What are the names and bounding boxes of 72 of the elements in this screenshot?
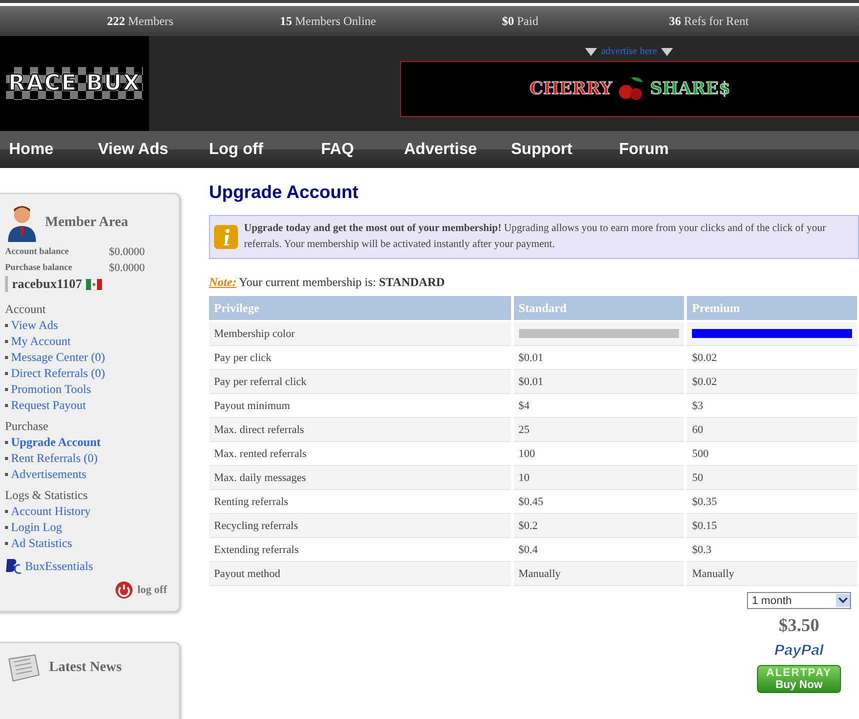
table-cell: Membership color bbox=[209, 322, 511, 346]
newspaper-icon bbox=[7, 653, 41, 683]
sidebar-link[interactable]: Login Log bbox=[11, 519, 62, 535]
logoff-link[interactable]: log off bbox=[137, 584, 167, 596]
user-avatar-icon bbox=[7, 204, 37, 242]
stat-text: 222 Members bbox=[107, 14, 174, 28]
advertise-link[interactable]: advertise here bbox=[601, 46, 657, 57]
partner-link[interactable]: BuxEssentials bbox=[25, 558, 93, 574]
section-heading: Logs & Statistics bbox=[5, 488, 89, 503]
username: racebux1107 bbox=[12, 276, 82, 292]
sidebar-link[interactable]: Direct Referrals (0) bbox=[11, 365, 105, 381]
sidebar-link[interactable]: Advertisements bbox=[11, 466, 86, 482]
table-cell: $0.15 bbox=[687, 514, 857, 538]
sidebar-link[interactable]: Message Center (0) bbox=[11, 349, 105, 365]
table-cell: Payout method bbox=[209, 562, 511, 586]
table-cell: $0.01 bbox=[514, 370, 684, 394]
sidebar-link[interactable]: View Ads bbox=[11, 317, 58, 333]
sidebar-link[interactable]: My Account bbox=[11, 333, 71, 349]
note-text: Note: Your current membership is: STANDARD bbox=[209, 275, 445, 289]
balance-label: Account balance bbox=[5, 246, 70, 258]
section-heading: Account bbox=[5, 302, 47, 317]
balance-value: $0.0000 bbox=[109, 246, 145, 258]
page-title: Upgrade Account bbox=[209, 182, 360, 203]
period-select[interactable]: 1 month bbox=[747, 592, 851, 609]
table-cell: 50 bbox=[687, 466, 857, 490]
table-cell: 25 bbox=[514, 418, 684, 442]
sidebar-link[interactable]: Upgrade Account bbox=[11, 434, 101, 450]
paypal-button[interactable]: PayPal bbox=[774, 642, 824, 659]
flag-icon bbox=[86, 278, 102, 290]
sidebar-link[interactable]: Request Payout bbox=[11, 397, 86, 413]
table-cell: Max. daily messages bbox=[209, 466, 511, 490]
section-heading: Purchase bbox=[5, 419, 50, 434]
nav-link[interactable]: Home bbox=[9, 140, 98, 158]
power-icon[interactable] bbox=[115, 581, 134, 599]
balance-value: $0.0000 bbox=[109, 262, 145, 274]
panel-title: Latest News bbox=[49, 660, 122, 676]
panel-title: Member Area bbox=[45, 215, 128, 231]
sidebar-link[interactable]: Ad Statistics bbox=[11, 535, 72, 551]
table-cell: Manually bbox=[514, 562, 684, 586]
column-header: Privilege bbox=[209, 296, 511, 322]
ad-banner[interactable]: CHERRY SHARE$ bbox=[400, 61, 859, 117]
nav-link[interactable]: Support bbox=[511, 140, 619, 158]
column-header: Standard bbox=[514, 296, 684, 322]
dropdown-caret-icon bbox=[836, 594, 850, 607]
nav-link[interactable]: Forum bbox=[619, 140, 679, 158]
price: $3.50 bbox=[778, 615, 820, 636]
nav-link[interactable]: Log off bbox=[209, 140, 321, 158]
info-icon bbox=[214, 225, 238, 249]
table-cell: Manually bbox=[687, 562, 857, 586]
table-cell: Recycling referrals bbox=[209, 514, 511, 538]
sidebar-link[interactable]: Promotion Tools bbox=[11, 381, 91, 397]
table-cell: $0.02 bbox=[687, 370, 857, 394]
balance-label: Purchase balance bbox=[5, 262, 74, 274]
stat-text: 36 Refs for Rent bbox=[669, 14, 750, 28]
nav-link[interactable]: Advertise bbox=[404, 140, 511, 158]
nav-link[interactable]: View Ads bbox=[98, 140, 209, 158]
table-cell: Max. direct referrals bbox=[209, 418, 511, 442]
letters-logo-icon bbox=[5, 557, 23, 575]
sidebar-link[interactable]: Account History bbox=[11, 503, 91, 519]
stat-text: 15 Members Online bbox=[280, 14, 377, 28]
column-header: Premium bbox=[687, 296, 857, 322]
alertpay-button[interactable]: ALERTPAY Buy Now bbox=[757, 665, 841, 693]
table-cell: Pay per referral click bbox=[209, 370, 511, 394]
table-cell: $0.2 bbox=[514, 514, 684, 538]
down-triangle-icon bbox=[660, 48, 673, 56]
nav-link[interactable]: FAQ bbox=[321, 140, 404, 158]
table-cell: 10 bbox=[514, 466, 684, 490]
sidebar-link[interactable]: Rent Referrals (0) bbox=[11, 450, 98, 466]
table-cell: 60 bbox=[687, 418, 857, 442]
stat-text: $0 Paid bbox=[502, 14, 540, 28]
info-text: Upgrade today and get the most out of your membership! Upgrading allows you to earn more from your clicks and of the click of your referrals. Your membership will be activated instantly after your payment. bbox=[244, 222, 827, 252]
down-triangle-icon bbox=[585, 48, 598, 56]
